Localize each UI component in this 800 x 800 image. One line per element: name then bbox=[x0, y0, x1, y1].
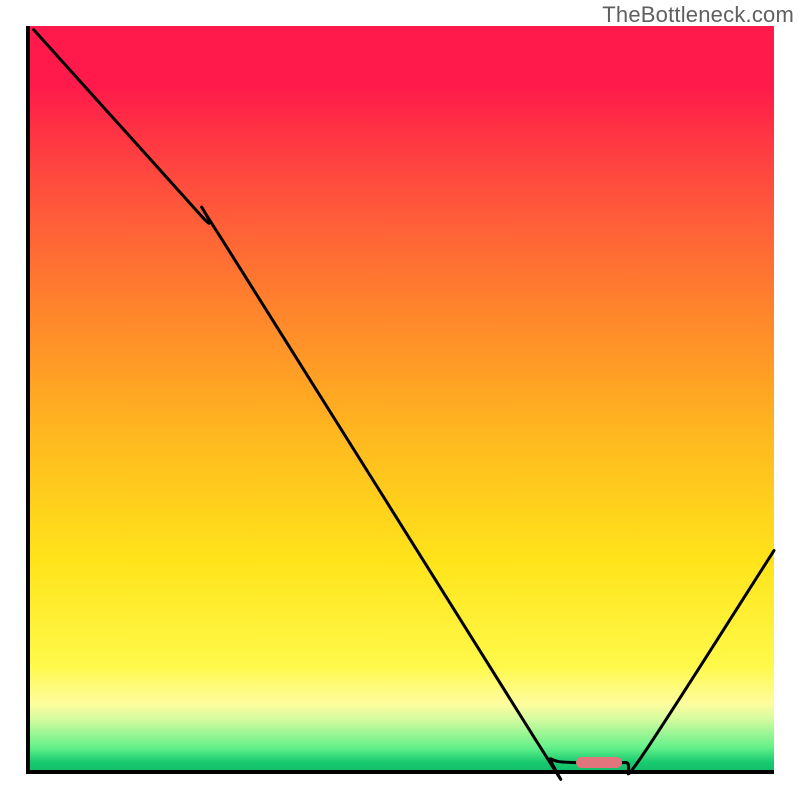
watermark-text: TheBottleneck.com bbox=[602, 2, 794, 28]
plot-frame bbox=[26, 26, 774, 774]
bottleneck-curve-path bbox=[34, 30, 774, 780]
optimal-region-marker bbox=[576, 757, 622, 769]
bottleneck-curve bbox=[30, 26, 774, 770]
chart-canvas: TheBottleneck.com bbox=[0, 0, 800, 800]
